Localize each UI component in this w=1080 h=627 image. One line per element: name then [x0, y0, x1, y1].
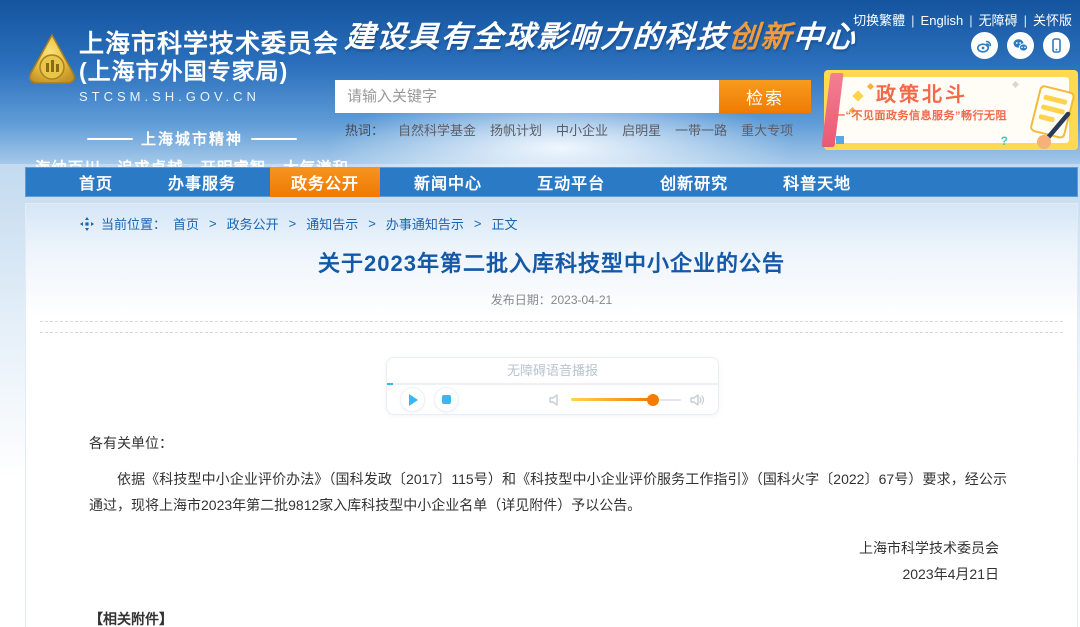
org-name-block: 上海市科学技术委员会 (上海市外国专家局) STCSM.SH.GOV.CN: [79, 30, 357, 104]
slogan-suffix: 中心: [792, 21, 858, 54]
audio-player-title: 无障碍语音播报: [387, 358, 718, 383]
policy-beidou-banner[interactable]: 政策北斗 一“不见面政务信息服务”畅行无阻 ?: [824, 70, 1078, 150]
city-spirit-label: 上海城市精神: [141, 128, 243, 149]
banner-subtitle: 一“不见面政务信息服务”畅行无阻: [834, 107, 1007, 123]
weibo-icon[interactable]: [971, 32, 998, 59]
banner-title: 政策北斗: [876, 78, 968, 107]
breadcrumb-gov-disclosure[interactable]: 政务公开: [227, 214, 279, 233]
nav-tab-interaction[interactable]: 互动平台: [516, 167, 626, 197]
nav-tab-innovation[interactable]: 创新研究: [639, 167, 749, 197]
link-traditional-chinese[interactable]: 切换繁體: [853, 13, 905, 28]
audio-controls: [387, 385, 718, 414]
org-domain: STCSM.SH.GOV.CN: [79, 89, 357, 104]
gov-emblem-icon: [27, 33, 77, 89]
hotword-link[interactable]: 启明星: [622, 120, 661, 139]
writing-hand-illustration: [1016, 82, 1078, 150]
nav-tab-gov-disclosure[interactable]: 政务公开: [270, 167, 380, 197]
search-button[interactable]: 检索: [719, 80, 811, 113]
article-paragraph: 依据《科技型中小企业评价办法》（国科发政〔2017〕115号）和《科技型中小企业…: [89, 467, 1007, 519]
volume-high-icon: [689, 392, 705, 408]
link-separator: |: [911, 13, 914, 28]
audio-player: 无障碍语音播报: [386, 357, 719, 415]
breadcrumb-separator: >: [474, 216, 482, 231]
main-nav: 首页 办事服务 政务公开 新闻中心 互动平台 创新研究 科普天地: [25, 167, 1078, 197]
link-separator: |: [969, 13, 972, 28]
city-spirit-title: 上海城市精神: [27, 128, 357, 149]
breadcrumb-home[interactable]: 首页: [173, 214, 199, 233]
link-english[interactable]: English: [921, 13, 964, 28]
square-decor: [836, 136, 844, 144]
signature-org: 上海市科学技术委员会: [26, 535, 999, 561]
hotword-link[interactable]: 一带一路: [675, 120, 727, 139]
mobile-phone-icon[interactable]: [1043, 32, 1070, 59]
dashed-divider: [40, 321, 1063, 322]
link-separator: |: [1024, 13, 1027, 28]
hotword-link[interactable]: 扬帆计划: [490, 120, 542, 139]
breadcrumb-label: 当前位置：: [101, 214, 166, 233]
hotword-link[interactable]: 中小企业: [556, 120, 608, 139]
breadcrumb-separator: >: [289, 216, 297, 231]
quick-links-bar: 切换繁體 | English | 无障碍 | 关怀版: [853, 10, 1072, 29]
search-input[interactable]: [335, 80, 719, 113]
publish-date: 发布日期：2023-04-21: [26, 291, 1077, 308]
nav-tab-science-popular[interactable]: 科普天地: [762, 167, 872, 197]
volume-slider[interactable]: [571, 394, 681, 406]
link-accessibility[interactable]: 无障碍: [979, 13, 1018, 28]
org-name: 上海市科学技术委员会: [79, 30, 357, 58]
divider-line: [251, 138, 297, 140]
site-header: 上海市科学技术委员会 (上海市外国专家局) STCSM.SH.GOV.CN 上海…: [0, 0, 1080, 164]
calligraphy-slogan: 建设具有全球影响力的科技创新中心: [343, 12, 826, 56]
breadcrumb: 当前位置： 首页 > 政务公开 > 通知告示 > 办事通知告示 > 正文: [80, 214, 517, 233]
play-icon[interactable]: [400, 387, 425, 412]
signature-block: 上海市科学技术委员会 2023年4月21日: [26, 535, 1077, 587]
article: 关于2023年第二批入库科技型中小企业的公告 发布日期：2023-04-21 无…: [26, 204, 1077, 627]
attachments-title: 【相关附件】: [89, 609, 1007, 627]
breadcrumb-current[interactable]: 正文: [491, 214, 517, 233]
dashed-divider: [40, 332, 1063, 333]
salutation: 各有关单位：: [89, 433, 1007, 453]
org-subname: (上海市外国专家局): [79, 58, 357, 85]
volume-fill: [571, 398, 653, 401]
content-card: 当前位置： 首页 > 政务公开 > 通知告示 > 办事通知告示 > 正文 关于2…: [25, 203, 1078, 627]
audio-progress-bar[interactable]: [387, 383, 718, 385]
hotwords-row: 热词： 自然科学基金 扬帆计划 中小企业 启明星 一带一路 重大专项: [345, 120, 793, 139]
search-bar: 检索: [335, 80, 811, 113]
volume-low-icon: [547, 392, 563, 408]
stop-icon[interactable]: [434, 387, 459, 412]
divider-line: [87, 138, 133, 140]
slogan-highlight: 创新: [728, 21, 794, 54]
breadcrumb-service-notices[interactable]: 办事通知告示: [386, 214, 464, 233]
slogan-prefix: 建设具有全球影响力的科技: [344, 21, 730, 54]
breadcrumb-separator: >: [368, 216, 376, 231]
nav-tab-home[interactable]: 首页: [58, 167, 134, 197]
nav-tab-news[interactable]: 新闻中心: [393, 167, 503, 197]
link-elder-mode[interactable]: 关怀版: [1033, 13, 1072, 28]
wechat-icon[interactable]: [1007, 32, 1034, 59]
hotword-link[interactable]: 自然科学基金: [398, 120, 476, 139]
nav-tab-services[interactable]: 办事服务: [147, 167, 257, 197]
question-decor: ?: [1001, 134, 1008, 148]
hotword-link[interactable]: 重大专项: [741, 120, 793, 139]
site-identity: 上海市科学技术委员会 (上海市外国专家局) STCSM.SH.GOV.CN 上海…: [27, 30, 357, 104]
location-crosshair-icon: [80, 217, 94, 231]
breadcrumb-notices[interactable]: 通知告示: [306, 214, 358, 233]
audio-progress-tick: [387, 383, 393, 385]
header-glow-decor: [300, 60, 820, 170]
page: 上海市科学技术委员会 (上海市外国专家局) STCSM.SH.GOV.CN 上海…: [0, 0, 1080, 627]
breadcrumb-separator: >: [209, 216, 217, 231]
hotwords-label: 热词：: [345, 120, 384, 139]
social-icons-row: [971, 32, 1070, 59]
article-title: 关于2023年第二批入库科技型中小企业的公告: [26, 246, 1077, 278]
volume-knob[interactable]: [647, 394, 659, 406]
signature-date: 2023年4月21日: [26, 561, 999, 587]
